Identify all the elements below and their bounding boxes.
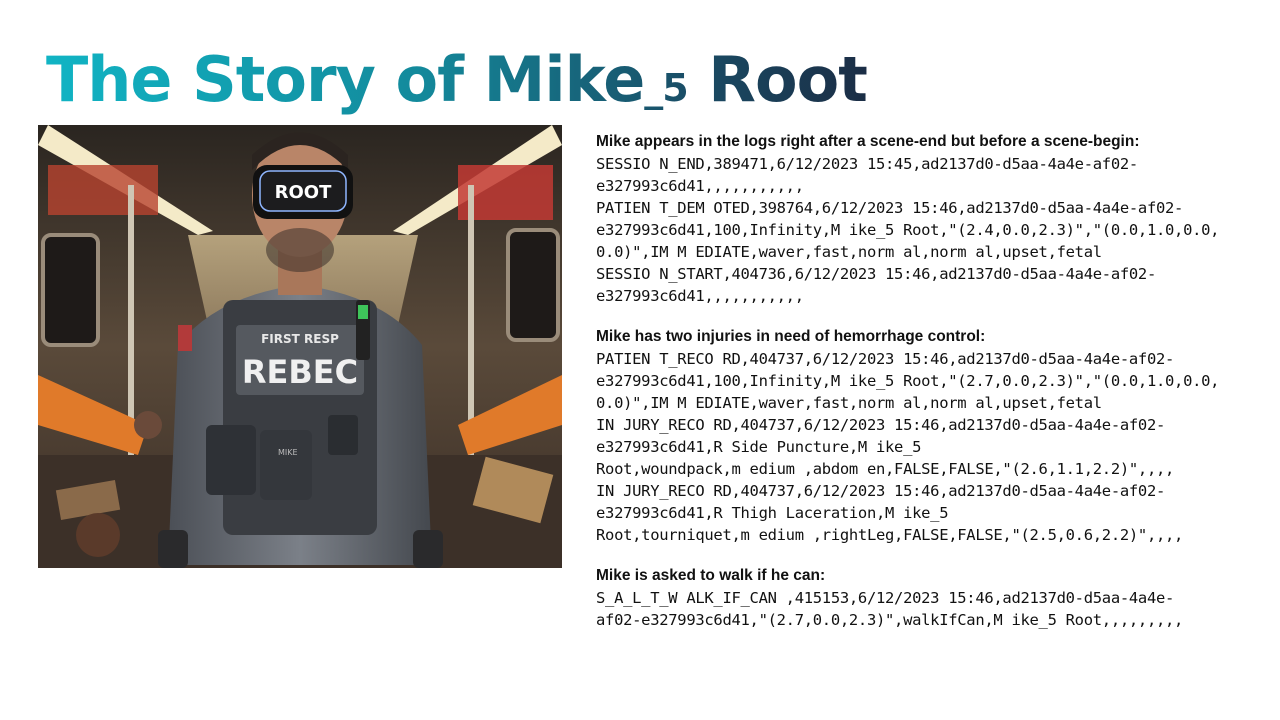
log-line: IN JURY_RECO RD,404737,6/12/2023 15:46,a…	[596, 416, 1166, 434]
subway-responder-illustration: FIRST RESP REBEC MIKE ROOT	[38, 125, 562, 568]
log-line: SESSIO N_START,404736,6/12/2023 15:46,ad…	[596, 265, 1156, 283]
log-line: 0.0)",IM M EDIATE,waver,fast,norm al,nor…	[596, 394, 1102, 412]
title-main: The Story of Mike	[46, 43, 645, 116]
log-section: Mike is asked to walk if he can: S_A_L_T…	[596, 565, 1256, 631]
visor-text: ROOT	[275, 182, 332, 203]
log-line: e327993c6d41,,,,,,,,,,,	[596, 177, 804, 195]
log-line: 0.0)",IM M EDIATE,waver,fast,norm al,nor…	[596, 243, 1102, 261]
log-line: SESSIO N_END,389471,6/12/2023 15:45,ad21…	[596, 155, 1138, 173]
log-line: PATIEN T_DEM OTED,398764,6/12/2023 15:46…	[596, 199, 1184, 217]
log-line: e327993c6d41,100,Infinity,M ike_5 Root,"…	[596, 372, 1220, 390]
log-text-column: Mike appears in the logs right after a s…	[596, 131, 1256, 650]
log-line: e327993c6d41,R Thigh Laceration,M ike_5	[596, 504, 949, 522]
log-line: Root,woundpack,m edium ,abdom en,FALSE,F…	[596, 460, 1175, 478]
log-line: IN JURY_RECO RD,404737,6/12/2023 15:46,a…	[596, 482, 1166, 500]
title-tail: Root	[687, 43, 867, 116]
log-lines: S_A_L_T_W ALK_IF_CAN ,415153,6/12/2023 1…	[596, 587, 1256, 631]
section-heading: Mike is asked to walk if he can:	[596, 567, 826, 584]
log-line: af02-e327993c6d41,"(2.7,0.0,2.3)",walkIf…	[596, 611, 1184, 629]
log-line: Root,tourniquet,m edium ,rightLeg,FALSE,…	[596, 526, 1184, 544]
section-heading: Mike appears in the logs right after a s…	[596, 133, 1140, 150]
log-line: PATIEN T_RECO RD,404737,6/12/2023 15:46,…	[596, 350, 1175, 368]
section-heading: Mike has two injuries in need of hemorrh…	[596, 328, 986, 345]
pouch-tag-text: MIKE	[278, 448, 298, 457]
log-section: Mike has two injuries in need of hemorrh…	[596, 326, 1256, 546]
log-line: e327993c6d41,,,,,,,,,,,	[596, 287, 804, 305]
title-subscript: _5	[644, 66, 688, 110]
log-section: Mike appears in the logs right after a s…	[596, 131, 1256, 307]
log-line: S_A_L_T_W ALK_IF_CAN ,415153,6/12/2023 1…	[596, 589, 1175, 607]
patch-top-text: FIRST RESP	[261, 332, 339, 346]
log-line: e327993c6d41,100,Infinity,M ike_5 Root,"…	[596, 221, 1220, 239]
slide-title: The Story of Mike_5 Root	[46, 42, 867, 126]
log-lines: SESSIO N_END,389471,6/12/2023 15:45,ad21…	[596, 153, 1256, 307]
log-line: e327993c6d41,R Side Puncture,M ike_5	[596, 438, 922, 456]
patch-name-text: REBEC	[242, 353, 358, 391]
log-lines: PATIEN T_RECO RD,404737,6/12/2023 15:46,…	[596, 348, 1256, 546]
